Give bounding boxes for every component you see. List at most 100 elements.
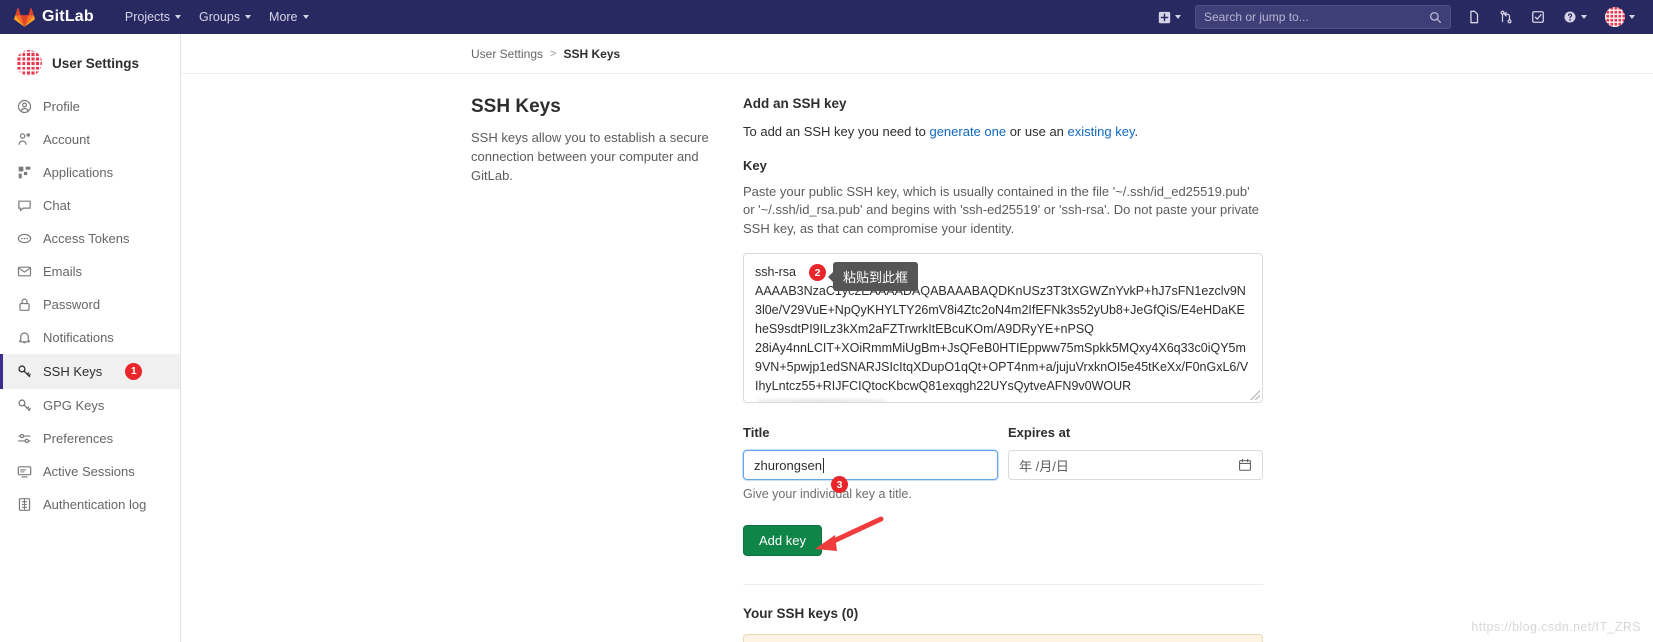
chevron-down-icon bbox=[245, 15, 252, 19]
key-textarea-wrapper: ssh-rsa AAAAB3NzaC1yc2EAAAADAQABAAABAQDKn… bbox=[743, 253, 1263, 404]
no-keys-alert: There are no SSH keys with access to you… bbox=[743, 634, 1263, 642]
calendar-icon[interactable] bbox=[1238, 458, 1252, 472]
key-tail: m bbox=[889, 398, 899, 402]
sidebar-item-account[interactable]: Account bbox=[0, 123, 180, 156]
expires-date-input[interactable]: 年 /月/日 bbox=[1008, 450, 1263, 481]
text-cursor bbox=[822, 457, 824, 473]
settings-description-column: SSH Keys SSH keys allow you to establish… bbox=[471, 96, 743, 642]
help-button[interactable] bbox=[1555, 5, 1595, 29]
title-field-label: Title bbox=[743, 425, 770, 441]
sidebar-item-preferences[interactable]: Preferences bbox=[0, 422, 180, 455]
nav-item-more-label: More bbox=[269, 10, 298, 24]
key-field-label: Key bbox=[743, 158, 767, 173]
sidebar-item-authentication-log[interactable]: Authentication log bbox=[0, 488, 180, 521]
title-expires-row: Title zhurongsen 3 Give your individual … bbox=[743, 425, 1263, 501]
help-icon bbox=[1564, 11, 1576, 23]
chevron-down-icon bbox=[175, 15, 182, 19]
nav-item-more[interactable]: More bbox=[260, 5, 317, 29]
expires-field-group: Expires at 年 /月/日 bbox=[1008, 425, 1263, 501]
existing-key-link[interactable]: existing key bbox=[1068, 124, 1135, 139]
form-lead: To add an SSH key you need to generate o… bbox=[743, 124, 1263, 139]
sidebar-item-label: Applications bbox=[43, 165, 114, 180]
key-body-2: 28iAy4nnLCIT+XOiRmmMiUgBm+JsQFeB0HTIEppw… bbox=[755, 341, 1249, 394]
sidebar-item-gpg-keys[interactable]: GPG Keys bbox=[0, 389, 180, 422]
sidebar-item-active-sessions[interactable]: Active Sessions bbox=[0, 455, 180, 488]
page-layout: User Settings Profile Account Applicatio… bbox=[0, 34, 1653, 642]
todos-button[interactable] bbox=[1523, 5, 1553, 29]
sidebar-item-label: Profile bbox=[43, 99, 80, 114]
top-navbar: GitLab Projects Groups More bbox=[0, 0, 1653, 34]
nav-item-projects-label: Projects bbox=[124, 10, 171, 24]
sidebar-item-label: Notifications bbox=[43, 330, 114, 345]
chevron-down-icon bbox=[1175, 15, 1181, 19]
nav-item-projects[interactable]: Projects bbox=[116, 5, 190, 29]
sidebar-header[interactable]: User Settings bbox=[0, 42, 180, 90]
textarea-resize-handle[interactable] bbox=[1250, 390, 1260, 401]
user-menu-button[interactable] bbox=[1597, 2, 1643, 32]
sidebar-item-ssh-keys[interactable]: SSH Keys 1 bbox=[0, 354, 180, 389]
sidebar-item-applications[interactable]: Applications bbox=[0, 156, 180, 189]
chevron-down-icon bbox=[1629, 15, 1635, 19]
add-key-button[interactable]: Add key bbox=[743, 525, 822, 557]
sidebar-item-label: Chat bbox=[43, 198, 71, 213]
redacted-comment bbox=[758, 399, 886, 403]
lead-suffix: . bbox=[1134, 124, 1139, 139]
watermark: https://blog.csdn.net/IT_ZRS bbox=[1471, 620, 1641, 634]
expires-field-label: Expires at bbox=[1008, 425, 1071, 441]
nav-item-groups-label: Groups bbox=[199, 10, 241, 24]
sidebar-item-label: Account bbox=[43, 132, 90, 147]
navbar-right-group bbox=[1150, 2, 1643, 32]
lock-icon bbox=[19, 298, 30, 311]
search-box[interactable] bbox=[1195, 5, 1451, 29]
chat-bubble-icon bbox=[18, 200, 31, 212]
sidebar-item-label: Authentication log bbox=[43, 497, 147, 512]
title-field-group: Title zhurongsen 3 Give your individual … bbox=[743, 425, 998, 501]
sidebar-title: User Settings bbox=[52, 55, 140, 71]
annotation-badge-1: 1 bbox=[125, 363, 143, 380]
breadcrumb-separator: > bbox=[550, 48, 557, 60]
paste-here-tooltip: 粘贴到此框 bbox=[827, 262, 919, 292]
breadcrumb-current: SSH Keys bbox=[563, 47, 621, 61]
breadcrumb: User Settings > SSH Keys bbox=[181, 34, 1653, 74]
sidebar-item-label: Access Tokens bbox=[43, 231, 130, 246]
your-ssh-keys-heading: Your SSH keys (0) bbox=[743, 606, 859, 622]
issues-icon bbox=[1470, 10, 1479, 24]
sidebar-item-emails[interactable]: Emails bbox=[0, 255, 180, 288]
avatar bbox=[16, 50, 42, 76]
issues-button[interactable] bbox=[1459, 5, 1489, 29]
date-field-inner: 年 /月/日 bbox=[1019, 451, 1252, 479]
sidebar-item-label: GPG Keys bbox=[43, 398, 105, 413]
sidebar-item-password[interactable]: Password bbox=[0, 288, 180, 321]
sidebar-item-chat[interactable]: Chat bbox=[0, 189, 180, 222]
applications-grid-icon bbox=[18, 166, 31, 179]
gitlab-brand[interactable]: GitLab bbox=[14, 7, 94, 27]
sidebar-item-label: Emails bbox=[43, 264, 83, 279]
plus-square-icon bbox=[1158, 11, 1171, 23]
breadcrumb-parent[interactable]: User Settings bbox=[471, 47, 543, 61]
chevron-down-icon bbox=[302, 15, 309, 19]
content-area: User Settings > SSH Keys SSH Keys SSH ke… bbox=[181, 34, 1653, 642]
log-list-icon bbox=[18, 498, 31, 511]
new-item-button[interactable] bbox=[1150, 6, 1189, 29]
nav-item-groups[interactable]: Groups bbox=[190, 5, 260, 29]
sidebar-item-profile[interactable]: Profile bbox=[0, 90, 180, 123]
sidebar-item-access-tokens[interactable]: Access Tokens bbox=[0, 222, 180, 255]
title-input-value-wrap: zhurongsen bbox=[754, 451, 987, 479]
search-icon bbox=[1429, 11, 1442, 23]
title-input[interactable]: zhurongsen bbox=[743, 450, 998, 481]
user-circle-icon bbox=[17, 99, 32, 114]
key-field-hint: Paste your public SSH key, which is usua… bbox=[743, 184, 1260, 236]
search-input[interactable] bbox=[1204, 10, 1429, 24]
sidebar-item-notifications[interactable]: Notifications bbox=[0, 321, 180, 354]
sidebar-item-label: Password bbox=[43, 297, 101, 312]
bell-icon bbox=[19, 332, 30, 344]
key-icon bbox=[18, 399, 31, 412]
avatar bbox=[1605, 7, 1625, 27]
settings-sidebar: User Settings Profile Account Applicatio… bbox=[0, 34, 181, 642]
date-placeholder: 年 /月/日 bbox=[1019, 458, 1069, 474]
envelope-icon bbox=[17, 266, 32, 277]
generate-one-link[interactable]: generate one bbox=[929, 124, 1006, 139]
sidebar-item-label: Active Sessions bbox=[43, 464, 135, 479]
sidebar-item-label: SSH Keys bbox=[43, 364, 103, 379]
merge-requests-button[interactable] bbox=[1491, 5, 1521, 29]
